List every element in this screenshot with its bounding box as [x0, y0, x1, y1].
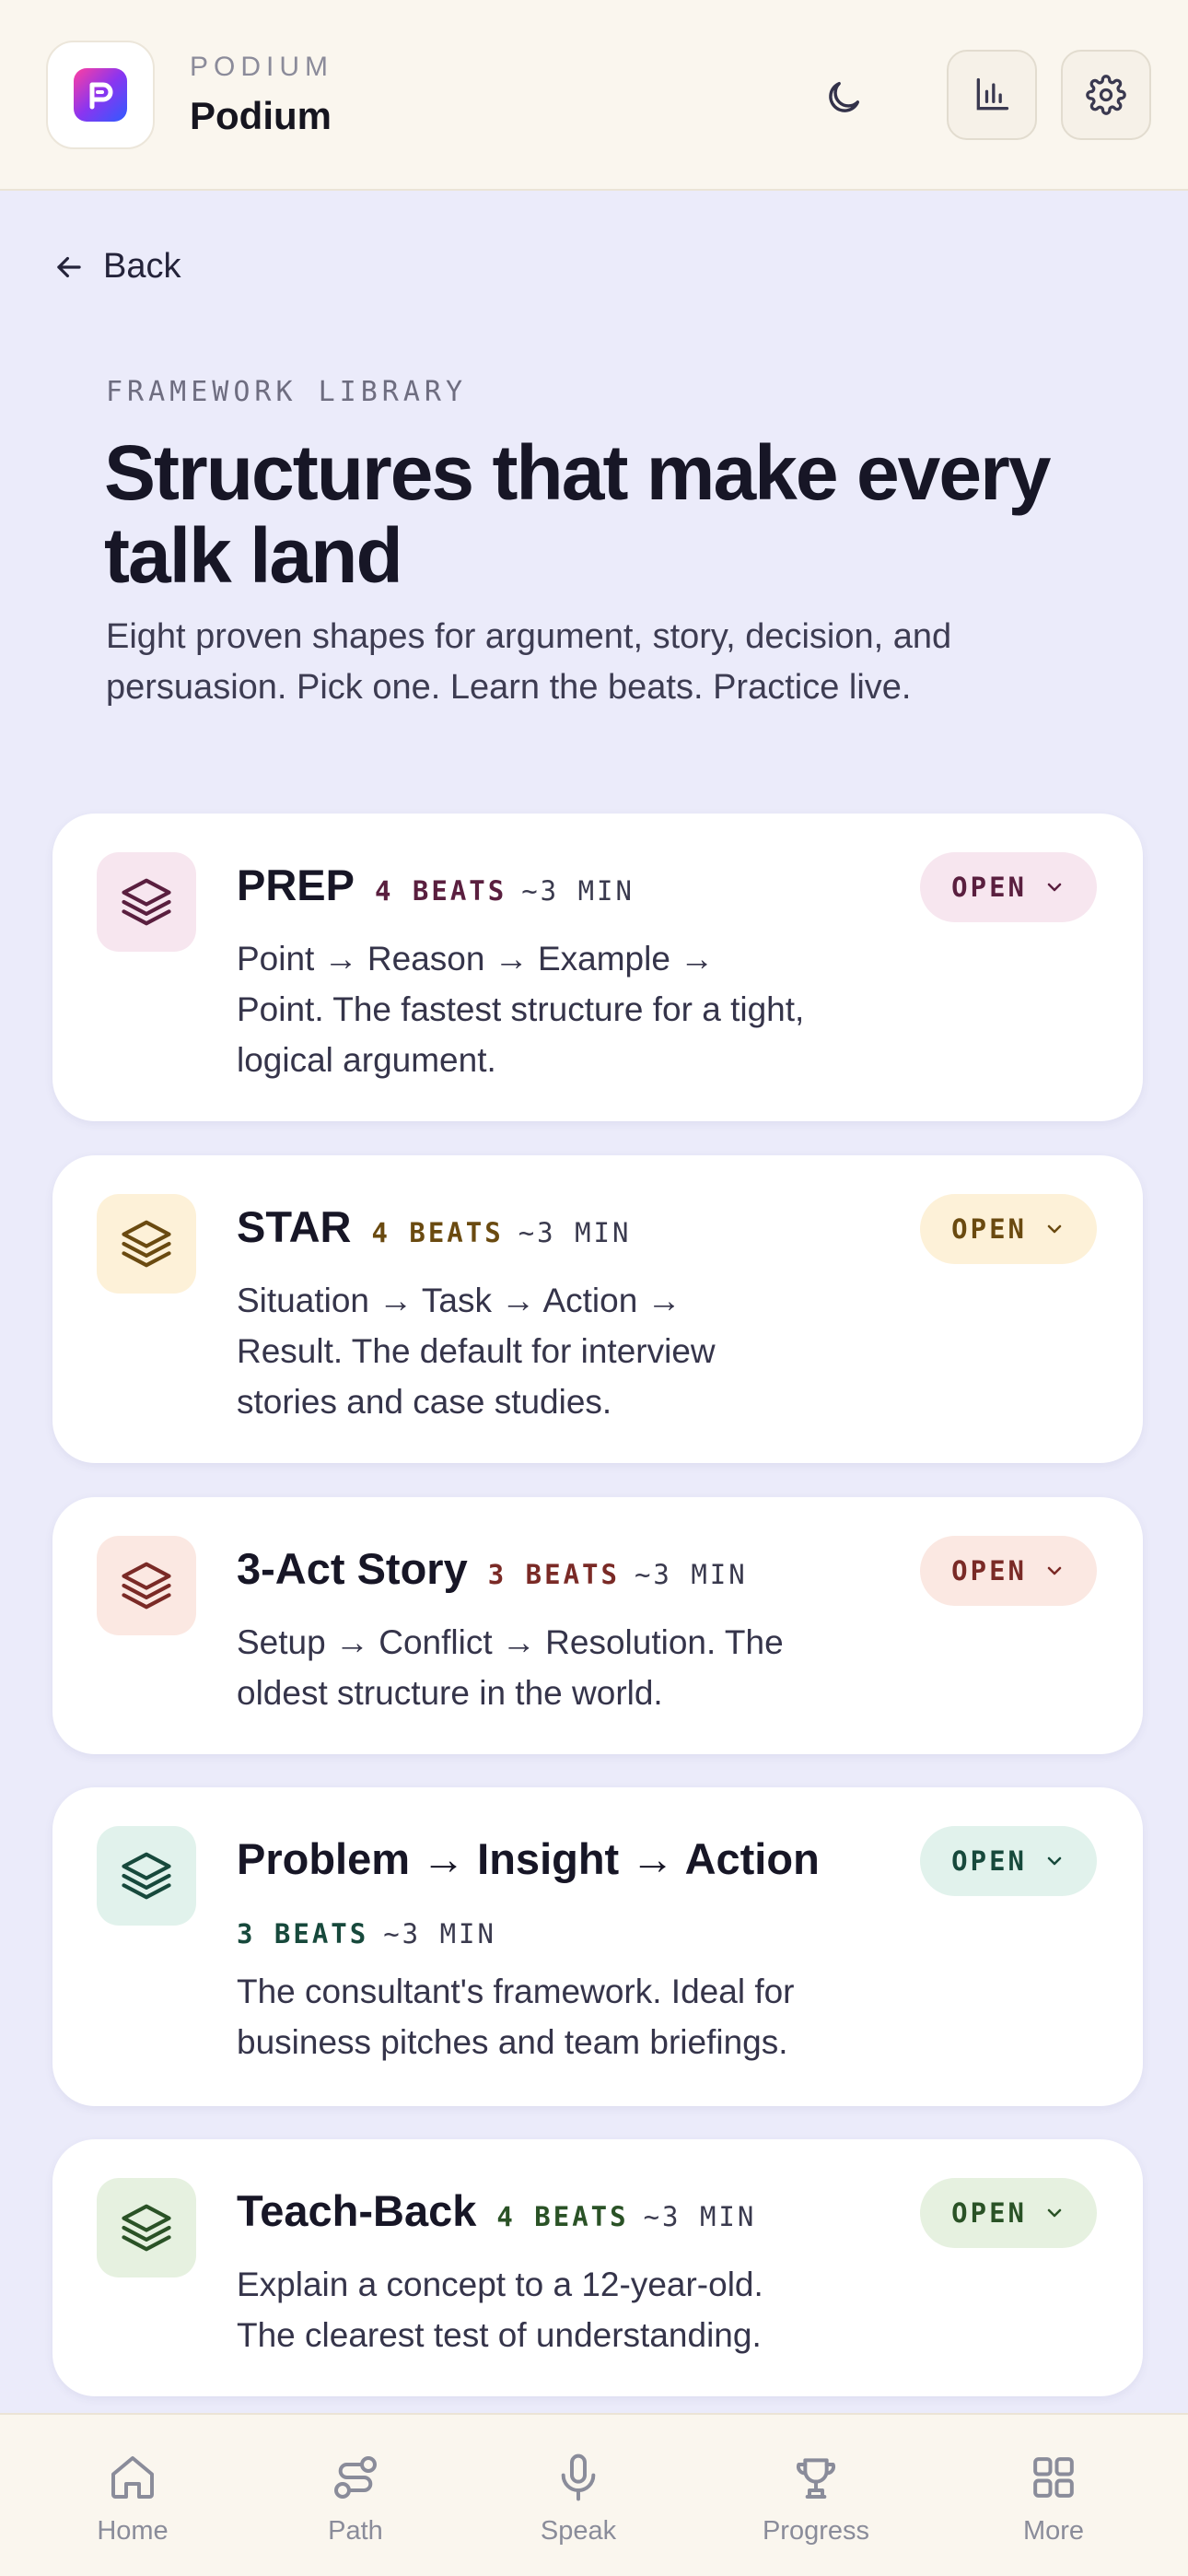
nav-label: Path: [328, 2516, 383, 2546]
framework-name: Problem → Insight → Action: [237, 1834, 820, 1883]
framework-description: Situation → Task → Action → Result. The …: [237, 1282, 716, 1421]
chevron-down-icon: [1047, 1224, 1062, 1234]
framework-duration: ~3 MIN: [634, 1559, 748, 1590]
framework-name: 3-Act Story: [237, 1544, 468, 1593]
framework-name: STAR: [237, 1202, 352, 1251]
open-button[interactable]: OPEN: [920, 1536, 1097, 1606]
arrow-left-icon: [57, 256, 81, 277]
framework-description: Setup → Conflict → Resolution. The oldes…: [237, 1623, 784, 1712]
framework-meta: 4 BEATS ~3 MIN: [496, 2201, 756, 2232]
bar-chart-icon: [976, 77, 1009, 111]
framework-meta: 3 BEATS ~3 MIN: [237, 1918, 496, 1950]
framework-meta: 3 BEATS ~3 MIN: [488, 1559, 748, 1590]
microphone-icon: [561, 2453, 596, 2501]
open-button[interactable]: OPEN: [920, 1826, 1097, 1896]
framework-beats: 3 BEATS: [237, 1918, 369, 1950]
framework-beats: 4 BEATS: [375, 875, 507, 907]
app-header: PODIUM Podium: [0, 0, 1188, 191]
nav-label: Speak: [540, 2516, 617, 2546]
app-logo[interactable]: [46, 41, 155, 149]
layers-icon: [122, 1562, 171, 1610]
chevron-down-icon: [1047, 1856, 1062, 1866]
framework-title-row: PREP 4 BEATS ~3 MIN: [237, 860, 937, 910]
brand-kicker: PODIUM: [190, 52, 333, 82]
framework-title-row: STAR 4 BEATS ~3 MIN: [237, 1201, 937, 1252]
grid-icon: [1033, 2457, 1074, 2498]
framework-icon-box: [97, 2178, 196, 2277]
framework-card-star[interactable]: STAR 4 BEATS ~3 MIN Situation → Task → Ac…: [52, 1155, 1143, 1463]
open-button[interactable]: OPEN: [920, 1194, 1097, 1264]
nav-item-home[interactable]: Home: [41, 2452, 225, 2547]
open-label: OPEN: [951, 2197, 1027, 2229]
chevron-down-icon: [1047, 1566, 1062, 1575]
gear-icon: [1086, 75, 1126, 115]
framework-card-prep[interactable]: PREP 4 BEATS ~3 MIN Point → Reason → Exam…: [52, 814, 1143, 1121]
open-button[interactable]: OPEN: [920, 2178, 1097, 2248]
framework-card-3-act-story[interactable]: 3-Act Story 3 BEATS ~3 MIN Setup → Confli…: [52, 1497, 1143, 1754]
chevron-down-icon: [1047, 883, 1062, 892]
layers-icon: [122, 1852, 171, 1900]
home-icon: [111, 2456, 154, 2499]
framework-duration: ~3 MIN: [643, 2201, 757, 2232]
brand-name: Podium: [190, 94, 332, 137]
theme-toggle-button[interactable]: [810, 64, 877, 131]
framework-beats: 4 BEATS: [496, 2201, 629, 2232]
layers-icon: [122, 2204, 171, 2252]
framework-meta: 4 BEATS ~3 MIN: [375, 875, 635, 907]
page-description: Eight proven shapes for argument, story,…: [106, 617, 952, 707]
moon-icon: [829, 81, 860, 112]
open-label: OPEN: [951, 872, 1027, 903]
framework-duration: ~3 MIN: [383, 1918, 496, 1950]
layers-icon: [122, 1220, 171, 1268]
section-kicker: FRAMEWORK LIBRARY: [106, 376, 468, 408]
framework-title-row: 3-Act Story 3 BEATS ~3 MIN: [237, 1543, 937, 1594]
framework-meta: 4 BEATS ~3 MIN: [371, 1217, 631, 1248]
framework-name: PREP: [237, 861, 355, 909]
framework-description: The consultant's framework. Ideal for bu…: [237, 1973, 795, 2061]
framework-duration: ~3 MIN: [518, 1217, 632, 1248]
nav-item-path[interactable]: Path: [263, 2452, 448, 2547]
open-label: OPEN: [951, 1845, 1027, 1877]
framework-icon-box: [97, 1194, 196, 1294]
page-title: Structures that make every talk land: [104, 429, 1052, 599]
framework-title-row: Teach-Back 4 BEATS ~3 MIN: [237, 2185, 937, 2236]
nav-item-progress[interactable]: Progress: [724, 2452, 908, 2547]
nav-label: More: [1022, 2516, 1085, 2546]
stats-button[interactable]: [947, 50, 1037, 140]
framework-duration: ~3 MIN: [521, 875, 635, 907]
chevron-down-icon: [1047, 2208, 1062, 2218]
framework-card-teach-back[interactable]: Teach-Back 4 BEATS ~3 MIN Explain a conce…: [52, 2139, 1143, 2396]
nav-item-more[interactable]: More: [961, 2452, 1146, 2547]
framework-beats: 3 BEATS: [487, 1559, 620, 1590]
back-button[interactable]: Back: [52, 247, 181, 287]
path-icon: [334, 2456, 377, 2499]
framework-beats: 4 BEATS: [371, 1217, 504, 1248]
settings-button[interactable]: [1061, 50, 1151, 140]
open-label: OPEN: [951, 1213, 1027, 1245]
back-label: Back: [103, 247, 181, 286]
framework-description: Explain a concept to a 12-year-old. The …: [237, 2266, 763, 2354]
app-logo-icon: [74, 68, 127, 122]
nav-label: Progress: [762, 2516, 870, 2546]
framework-description: Point → Reason → Example → Point. The fa…: [237, 940, 805, 1079]
layers-icon: [122, 878, 171, 926]
framework-card-problem-insight-action[interactable]: Problem → Insight → Action 3 BEATS ~3 MIN…: [52, 1787, 1143, 2106]
nav-item-speak[interactable]: Speak: [486, 2452, 670, 2547]
framework-name: Teach-Back: [237, 2186, 477, 2235]
bottom-nav: Home Path Speak Progress More: [0, 2413, 1188, 2576]
framework-title-row: Problem → Insight → Action: [237, 1833, 937, 1884]
trophy-icon: [796, 2458, 836, 2499]
nav-label: Home: [97, 2516, 169, 2546]
open-label: OPEN: [951, 1555, 1027, 1587]
framework-icon-box: [97, 1536, 196, 1635]
framework-icon-box: [97, 852, 196, 952]
open-button[interactable]: OPEN: [920, 852, 1097, 922]
framework-icon-box: [97, 1826, 196, 1926]
